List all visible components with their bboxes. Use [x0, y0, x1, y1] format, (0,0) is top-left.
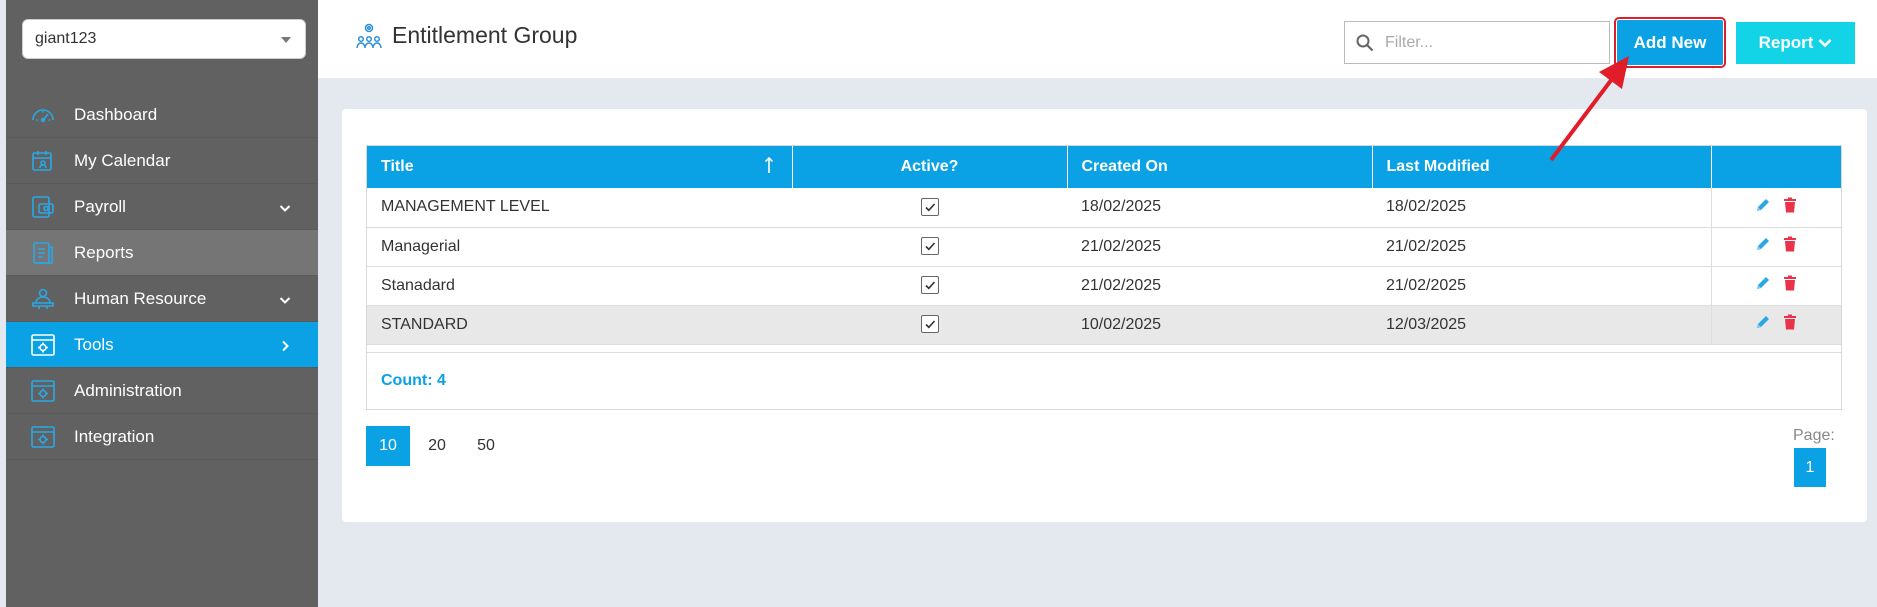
human-resource-icon — [30, 286, 56, 312]
search-icon — [1345, 34, 1385, 52]
cell-actions — [1710, 305, 1841, 345]
page-size-50[interactable]: 50 — [464, 426, 508, 466]
column-header-created-on[interactable]: Created On — [1067, 146, 1373, 188]
row-count: Count: 4 — [381, 371, 446, 389]
delete-icon[interactable] — [1783, 275, 1797, 296]
edit-icon[interactable] — [1755, 314, 1771, 335]
sidebar-item-label: Payroll — [74, 196, 126, 216]
delete-icon[interactable] — [1783, 236, 1797, 257]
active-checkbox — [920, 315, 939, 334]
cell-title: STANDARD — [367, 305, 792, 345]
chevron-down-icon — [278, 200, 292, 220]
cell-actions — [1710, 227, 1841, 267]
sidebar-item-label: Dashboard — [74, 104, 158, 124]
cell-last-modified: 12/03/2025 — [1372, 305, 1711, 345]
edit-icon[interactable] — [1755, 236, 1771, 257]
sidebar-nav: Dashboard My Calendar Payroll Reports Human … — [6, 92, 318, 460]
company-select[interactable]: giant123 — [22, 19, 306, 59]
sidebar-item-my-calendar[interactable]: My Calendar — [6, 138, 318, 184]
edit-icon[interactable] — [1755, 275, 1771, 296]
content-card: Title Active? Created On Last Modified M… — [342, 109, 1867, 522]
sidebar-item-administration[interactable]: Administration — [6, 368, 318, 414]
sidebar-item-label: Integration — [74, 426, 155, 446]
table-row[interactable]: STANDARD 10/02/2025 12/03/2025 — [367, 305, 1841, 345]
column-header-last-modified[interactable]: Last Modified — [1372, 146, 1712, 188]
tools-icon — [30, 332, 56, 358]
page-button-1[interactable]: 1 — [1794, 448, 1826, 487]
sidebar-item-label: My Calendar — [74, 150, 171, 170]
page-title: Entitlement Group — [392, 22, 578, 48]
cell-created-on: 21/02/2025 — [1067, 227, 1372, 267]
sidebar-item-label: Tools — [74, 334, 114, 354]
filter-input[interactable] — [1385, 33, 1595, 52]
company-select-value: giant123 — [35, 30, 97, 47]
cell-actions — [1710, 188, 1841, 228]
cell-created-on: 18/02/2025 — [1067, 188, 1372, 228]
page-header: Entitlement Group Add New Report — [318, 0, 1877, 78]
sidebar-item-human-resource[interactable]: Human Resource — [6, 276, 318, 322]
cell-last-modified: 21/02/2025 — [1372, 266, 1711, 306]
sidebar-item-reports[interactable]: Reports — [6, 230, 318, 276]
cell-title: MANAGEMENT LEVEL — [367, 188, 792, 228]
cell-title: Managerial — [367, 227, 792, 267]
filter-box — [1344, 21, 1610, 64]
cell-active — [792, 227, 1067, 267]
delete-icon[interactable] — [1783, 314, 1797, 335]
reports-icon — [30, 240, 56, 266]
active-checkbox — [920, 198, 939, 217]
page-size-20[interactable]: 20 — [415, 426, 459, 466]
sidebar-item-label: Reports — [74, 242, 134, 262]
column-header-title[interactable]: Title — [367, 146, 793, 188]
entitlement-group-icon — [356, 23, 382, 49]
cell-last-modified: 21/02/2025 — [1372, 227, 1711, 267]
page-label: Page: — [1793, 427, 1835, 444]
cell-created-on: 10/02/2025 — [1067, 305, 1372, 345]
active-checkbox — [920, 237, 939, 256]
cell-title: Stanadard — [367, 266, 792, 306]
sidebar-item-label: Administration — [74, 380, 182, 400]
page-size-10[interactable]: 10 — [366, 426, 410, 466]
data-grid: Title Active? Created On Last Modified M… — [366, 145, 1842, 410]
cell-active — [792, 305, 1067, 345]
administration-icon — [30, 378, 56, 404]
cell-created-on: 21/02/2025 — [1067, 266, 1372, 306]
table-row[interactable]: Stanadard 21/02/2025 21/02/2025 — [367, 266, 1841, 306]
sidebar-item-tools[interactable]: Tools — [6, 322, 318, 368]
grid-spacer — [367, 345, 1841, 353]
cell-actions — [1710, 266, 1841, 306]
sidebar-item-label: Human Resource — [74, 288, 207, 308]
sort-ascending-icon — [764, 156, 773, 173]
active-checkbox — [920, 276, 939, 295]
chevron-right-icon — [278, 338, 292, 358]
caret-down-icon — [281, 37, 291, 43]
dashboard-icon — [30, 102, 56, 128]
sidebar-item-payroll[interactable]: Payroll — [6, 184, 318, 230]
table-row[interactable]: MANAGEMENT LEVEL 18/02/2025 18/02/2025 — [367, 188, 1841, 228]
add-new-button[interactable]: Add New — [1614, 17, 1726, 68]
payroll-icon — [30, 194, 56, 220]
sidebar-item-dashboard[interactable]: Dashboard — [6, 92, 318, 138]
sidebar-item-integration[interactable]: Integration — [6, 414, 318, 460]
table-row[interactable]: Managerial 21/02/2025 21/02/2025 — [367, 227, 1841, 267]
cell-active — [792, 188, 1067, 228]
column-header-active[interactable]: Active? — [792, 146, 1068, 188]
chevron-down-icon — [278, 292, 292, 312]
calendar-icon — [30, 148, 56, 174]
cell-active — [792, 266, 1067, 306]
sidebar: giant123 Dashboard My Calendar Payroll Repo… — [6, 0, 318, 607]
report-button-label: Report — [1758, 33, 1814, 52]
delete-icon[interactable] — [1783, 197, 1797, 218]
chevron-down-icon — [1818, 39, 1832, 48]
report-button[interactable]: Report — [1736, 22, 1855, 64]
edit-icon[interactable] — [1755, 197, 1771, 218]
integration-icon — [30, 424, 56, 450]
page-size-selector: 10 20 50 — [366, 426, 513, 466]
column-header-actions — [1711, 146, 1841, 188]
cell-last-modified: 18/02/2025 — [1372, 188, 1711, 228]
